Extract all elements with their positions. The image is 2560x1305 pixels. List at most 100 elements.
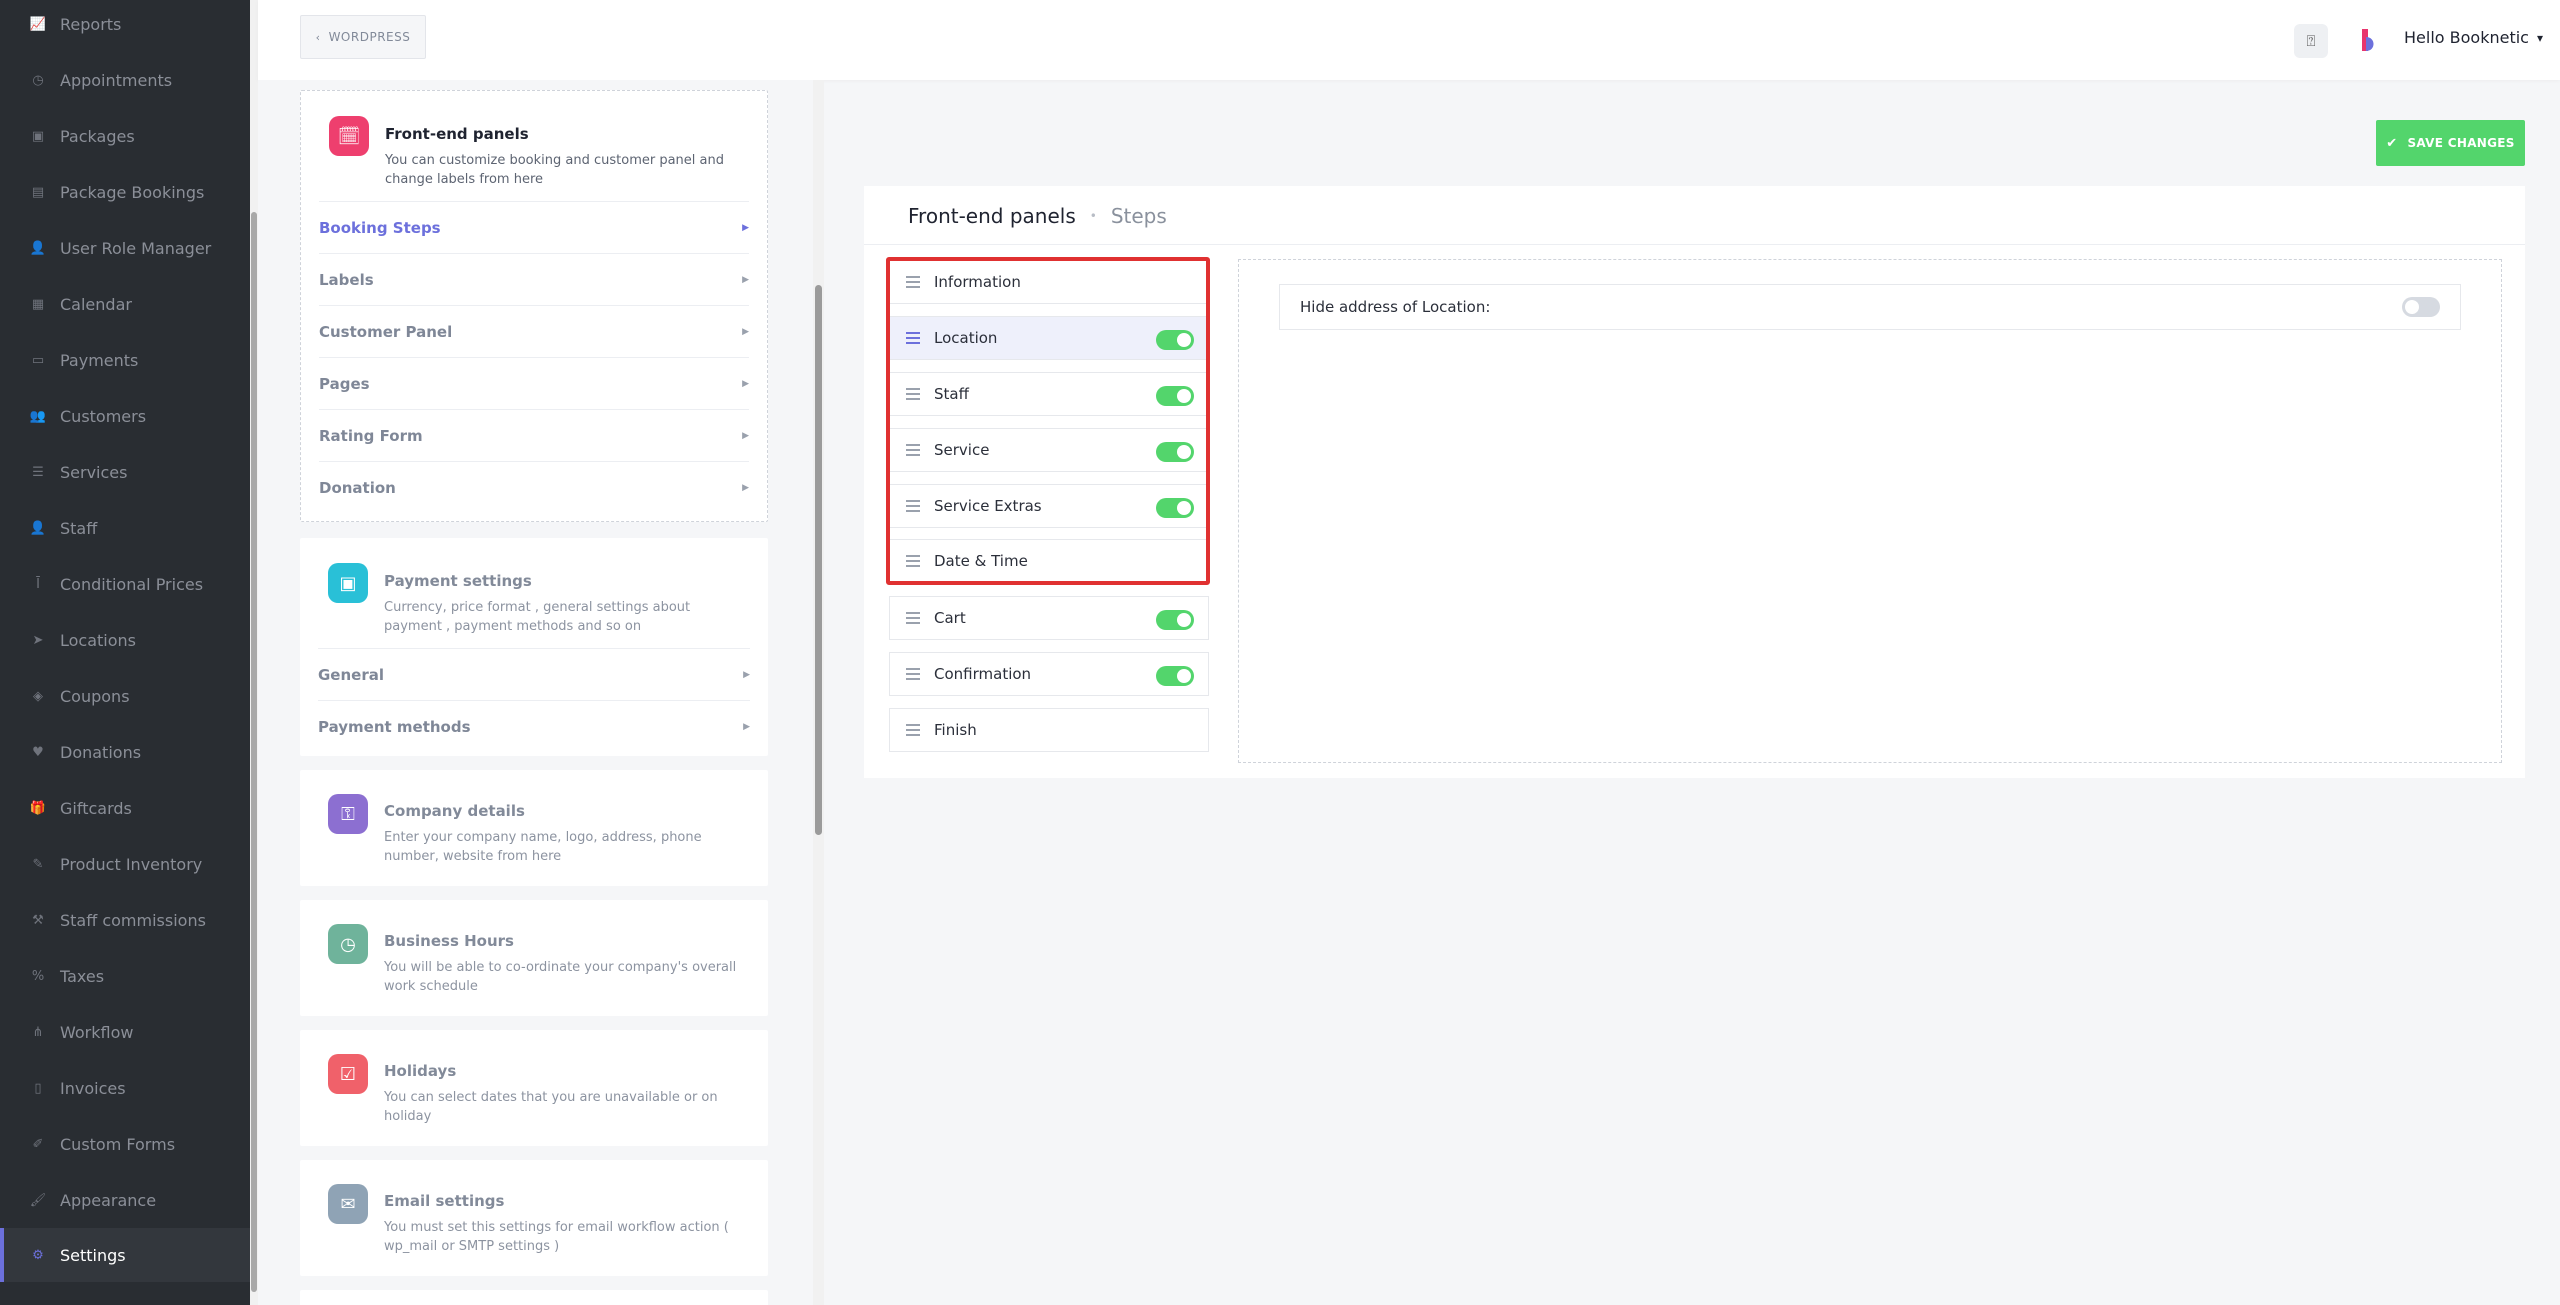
subitem-label: Labels bbox=[319, 270, 374, 289]
step-service-extras[interactable]: Service Extras bbox=[889, 484, 1209, 528]
card-header[interactable]: 🗓 Front-end panels You can customize boo… bbox=[301, 91, 767, 201]
sidebar-item-calendar[interactable]: ▦ Calendar bbox=[0, 277, 250, 331]
sidebar-item-giftcards[interactable]: 🎁 Giftcards bbox=[0, 781, 250, 835]
card-payment-settings: ▣ Payment settings Currency, price forma… bbox=[300, 538, 768, 756]
clock-icon: ◷ bbox=[32, 72, 44, 88]
step-staff[interactable]: Staff bbox=[889, 372, 1209, 416]
settings-scroll-thumb[interactable] bbox=[815, 285, 822, 835]
sidebar-item-workflow[interactable]: ⋔ Workflow bbox=[0, 1005, 250, 1059]
card-header[interactable]: ▣ Payment settings Currency, price forma… bbox=[300, 538, 768, 648]
payment-icon: ▭ bbox=[31, 352, 45, 368]
sidebar-item-label: Customers bbox=[60, 406, 147, 426]
sidebar-item-label: Settings bbox=[60, 1245, 126, 1265]
step-toggle[interactable] bbox=[1156, 442, 1194, 462]
sidebar-item-staff-commissions[interactable]: ⚒ Staff commissions bbox=[0, 893, 250, 947]
step-toggle[interactable] bbox=[1156, 498, 1194, 518]
sidebar-item-reports[interactable]: 📈 Reports bbox=[0, 0, 250, 51]
step-finish[interactable]: Finish bbox=[889, 708, 1209, 752]
user-menu[interactable]: Hello Booknetic ▾ bbox=[2404, 28, 2543, 47]
sidebar-item-customers[interactable]: 👥 Customers bbox=[0, 389, 250, 443]
subitem-label: Payment methods bbox=[318, 717, 471, 736]
panel-divider bbox=[864, 244, 2525, 245]
step-options-area: Hide address of Location: bbox=[1238, 259, 2502, 763]
wordpress-back-button[interactable]: ‹ WORDPRESS bbox=[300, 15, 426, 59]
sidebar-item-custom-forms[interactable]: ✐ Custom Forms bbox=[0, 1117, 250, 1171]
subitem-label: Pages bbox=[319, 374, 370, 393]
sidebar-item-product-inventory[interactable]: ✎ Product Inventory bbox=[0, 837, 250, 891]
sidebar-item-appointments[interactable]: ◷ Appointments bbox=[0, 53, 250, 107]
step-toggle[interactable] bbox=[1156, 386, 1194, 406]
step-cart[interactable]: Cart bbox=[889, 596, 1209, 640]
drag-handle-icon[interactable] bbox=[906, 668, 920, 680]
step-toggle[interactable] bbox=[1156, 610, 1194, 630]
sidebar-item-label: Package Bookings bbox=[60, 182, 205, 202]
help-button[interactable]: ⍰ bbox=[2294, 24, 2328, 58]
chevron-down-icon: ▾ bbox=[2536, 30, 2543, 45]
sidebar-item-services[interactable]: ☰ Services bbox=[0, 445, 250, 499]
sidebar-item-appearance[interactable]: 🖌 Appearance bbox=[0, 1173, 250, 1227]
sidebar-item-coupons[interactable]: ◈ Coupons bbox=[0, 669, 250, 723]
drag-handle-icon[interactable] bbox=[906, 724, 920, 736]
sidebar-scroll-thumb[interactable] bbox=[251, 212, 257, 1292]
drag-handle-icon[interactable] bbox=[906, 276, 920, 288]
subitem-general[interactable]: General ▶ bbox=[318, 648, 750, 700]
sidebar-item-locations[interactable]: ➤ Locations bbox=[0, 613, 250, 667]
percent-icon: % bbox=[31, 968, 45, 984]
envelope-open-icon: ✉ bbox=[328, 1184, 368, 1224]
subitem-booking-steps[interactable]: Booking Steps ▶ bbox=[319, 201, 749, 253]
subitem-customer-panel[interactable]: Customer Panel ▶ bbox=[319, 305, 749, 357]
drag-handle-icon[interactable] bbox=[906, 612, 920, 624]
subitem-labels[interactable]: Labels ▶ bbox=[319, 253, 749, 305]
sidebar-scrollbar[interactable] bbox=[250, 0, 258, 1305]
sidebar-item-label: Calendar bbox=[60, 294, 132, 314]
question-chat-icon: ⍰ bbox=[2306, 32, 2316, 50]
sidebar-item-invoices[interactable]: ▯ Invoices bbox=[0, 1061, 250, 1115]
drag-handle-icon[interactable] bbox=[906, 332, 920, 344]
save-changes-button[interactable]: ✔ SAVE CHANGES bbox=[2376, 120, 2525, 166]
sidebar-item-label: Product Inventory bbox=[60, 854, 203, 874]
subitem-donation[interactable]: Donation ▶ bbox=[319, 461, 749, 513]
sidebar-item-donations[interactable]: ♥ Donations bbox=[0, 725, 250, 779]
step-service[interactable]: Service bbox=[889, 428, 1209, 472]
card-holidays[interactable]: ☑ Holidays You can select dates that you… bbox=[300, 1030, 768, 1146]
card-title: Email settings bbox=[384, 1192, 505, 1210]
sidebar-item-user-role-manager[interactable]: 👤 User Role Manager bbox=[0, 221, 250, 275]
step-toggle[interactable] bbox=[1156, 666, 1194, 686]
subitem-rating-form[interactable]: Rating Form ▶ bbox=[319, 409, 749, 461]
option-toggle[interactable] bbox=[2402, 297, 2440, 317]
sidebar-item-payments[interactable]: ▭ Payments bbox=[0, 333, 250, 387]
card-business-hours[interactable]: ◷ Business Hours You will be able to co-… bbox=[300, 900, 768, 1016]
sidebar-item-taxes[interactable]: % Taxes bbox=[0, 949, 250, 1003]
sidebar-item-packages[interactable]: ▣ Packages bbox=[0, 109, 250, 163]
subitem-label: Rating Form bbox=[319, 426, 423, 445]
settings-scrollbar[interactable] bbox=[813, 80, 824, 1305]
step-date-time[interactable]: Date & Time bbox=[889, 539, 1209, 583]
card-header: ✉ Email settings You must set this setti… bbox=[300, 1160, 768, 1270]
subitem-payment-methods[interactable]: Payment methods ▶ bbox=[318, 700, 750, 752]
step-information[interactable]: Information bbox=[889, 260, 1209, 304]
subitem-label: Booking Steps bbox=[319, 218, 441, 237]
card-email-settings[interactable]: ✉ Email settings You must set this setti… bbox=[300, 1160, 768, 1276]
workflow-icon: ⋔ bbox=[32, 1024, 44, 1040]
inventory-icon: ✎ bbox=[32, 856, 44, 872]
drag-handle-icon[interactable] bbox=[906, 444, 920, 456]
sidebar-item-conditional-prices[interactable]: Ī Conditional Prices bbox=[0, 557, 250, 611]
sidebar-item-staff[interactable]: 👤 Staff bbox=[0, 501, 250, 555]
sidebar-item-label: Locations bbox=[60, 630, 137, 650]
sidebar-item-label: Taxes bbox=[60, 966, 105, 986]
drag-handle-icon[interactable] bbox=[906, 555, 920, 567]
clock-icon: ◷ bbox=[328, 924, 368, 964]
step-location[interactable]: Location bbox=[889, 316, 1209, 360]
brush-icon: 🖌 bbox=[29, 1192, 47, 1208]
drag-handle-icon[interactable] bbox=[906, 388, 920, 400]
drag-handle-icon[interactable] bbox=[906, 500, 920, 512]
sidebar-item-settings[interactable]: ⚙ Settings bbox=[0, 1228, 250, 1282]
sidebar-item-label: Donations bbox=[60, 742, 142, 762]
sidebar-item-package-bookings[interactable]: ▤ Package Bookings bbox=[0, 165, 250, 219]
step-confirmation[interactable]: Confirmation bbox=[889, 652, 1209, 696]
subitem-pages[interactable]: Pages ▶ bbox=[319, 357, 749, 409]
arrow-right-icon: ▶ bbox=[742, 222, 749, 233]
topbar: ‹ WORDPRESS ⍰ Hello Booknetic ▾ bbox=[258, 0, 2560, 80]
step-toggle[interactable] bbox=[1156, 330, 1194, 350]
card-company-details[interactable]: ⚿ Company details Enter your company nam… bbox=[300, 770, 768, 886]
